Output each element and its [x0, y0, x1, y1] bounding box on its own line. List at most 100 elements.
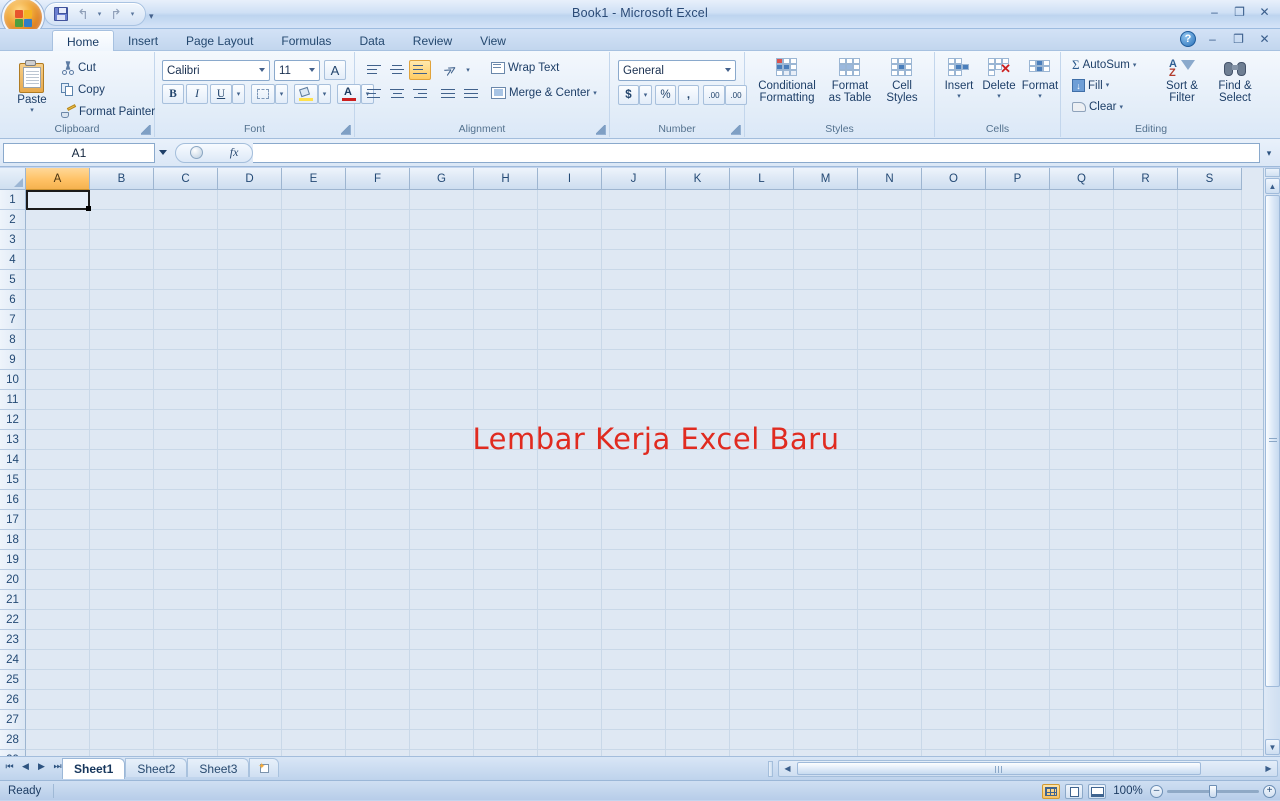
- column-header-A[interactable]: A: [26, 168, 90, 190]
- comma-style-button[interactable]: ,: [678, 85, 699, 105]
- conditional-formatting-button[interactable]: Conditional Formatting: [753, 58, 821, 104]
- row-header-18[interactable]: 18: [0, 530, 26, 550]
- font-name-combo[interactable]: Calibri: [162, 60, 270, 81]
- number-dialog-launcher[interactable]: [731, 125, 741, 135]
- horizontal-scroll-thumb[interactable]: [797, 762, 1201, 775]
- format-as-table-button[interactable]: Format as Table: [823, 58, 877, 104]
- tab-review[interactable]: Review: [399, 30, 466, 52]
- alignment-dialog-launcher[interactable]: [596, 125, 606, 135]
- row-header-11[interactable]: 11: [0, 390, 26, 410]
- orientation-button[interactable]: ≫: [437, 60, 463, 80]
- currency-button[interactable]: $: [618, 85, 639, 105]
- minimize-document-button[interactable]: –: [1203, 32, 1222, 46]
- paste-button[interactable]: Paste ▾: [4, 60, 60, 114]
- orientation-dropdown[interactable]: ▾: [462, 60, 474, 80]
- restore-document-button[interactable]: ❐: [1229, 32, 1248, 46]
- customize-qat-button[interactable]: ▾: [148, 8, 154, 22]
- font-size-combo[interactable]: 11: [274, 60, 320, 81]
- column-header-G[interactable]: G: [410, 168, 474, 190]
- tab-formulas[interactable]: Formulas: [267, 30, 345, 52]
- column-header-O[interactable]: O: [922, 168, 986, 190]
- tab-insert[interactable]: Insert: [114, 30, 172, 52]
- borders-dropdown[interactable]: ▾: [275, 84, 288, 104]
- italic-button[interactable]: I: [186, 84, 208, 104]
- save-button[interactable]: [51, 5, 71, 24]
- close-document-button[interactable]: ✕: [1255, 32, 1274, 46]
- wrap-text-button[interactable]: Wrap Text: [488, 61, 562, 75]
- row-header-10[interactable]: 10: [0, 370, 26, 390]
- fill-color-button[interactable]: [294, 84, 318, 104]
- row-header-26[interactable]: 26: [0, 690, 26, 710]
- align-bottom-button[interactable]: [409, 60, 431, 80]
- format-painter-button[interactable]: Format Painter: [58, 104, 158, 120]
- row-header-1[interactable]: 1: [0, 190, 26, 210]
- scroll-up-button[interactable]: ▲: [1265, 178, 1280, 194]
- grow-font-button[interactable]: A: [324, 60, 346, 80]
- row-header-23[interactable]: 23: [0, 630, 26, 650]
- tab-page-layout[interactable]: Page Layout: [172, 30, 267, 52]
- zoom-track[interactable]: [1167, 784, 1259, 798]
- increase-decimal-button[interactable]: .00: [703, 85, 725, 105]
- percent-style-button[interactable]: %: [655, 85, 676, 105]
- column-header-K[interactable]: K: [666, 168, 730, 190]
- tab-data[interactable]: Data: [345, 30, 398, 52]
- clear-button[interactable]: Clear ▾: [1069, 100, 1126, 114]
- underline-dropdown[interactable]: ▾: [232, 84, 245, 104]
- tab-split-handle[interactable]: [768, 761, 773, 777]
- clipboard-dialog-launcher[interactable]: [141, 125, 151, 135]
- scroll-right-button[interactable]: ▶: [1261, 762, 1276, 775]
- decrease-decimal-button[interactable]: .00: [725, 85, 747, 105]
- row-header-5[interactable]: 5: [0, 270, 26, 290]
- column-header-C[interactable]: C: [154, 168, 218, 190]
- column-header-P[interactable]: P: [986, 168, 1050, 190]
- currency-dropdown[interactable]: ▾: [639, 85, 652, 105]
- redo-dropdown[interactable]: ▾: [128, 11, 137, 18]
- increase-indent-button[interactable]: [460, 84, 482, 104]
- name-box[interactable]: A1: [3, 142, 155, 163]
- undo-dropdown[interactable]: ▾: [95, 11, 104, 18]
- row-header-17[interactable]: 17: [0, 510, 26, 530]
- zoom-out-button[interactable]: –: [1150, 784, 1163, 798]
- fill-color-dropdown[interactable]: ▾: [318, 84, 331, 104]
- cell-area[interactable]: Lembar Kerja Excel Baru: [26, 190, 1280, 756]
- row-header-14[interactable]: 14: [0, 450, 26, 470]
- decrease-indent-button[interactable]: [437, 84, 459, 104]
- row-header-7[interactable]: 7: [0, 310, 26, 330]
- selected-cell-a1[interactable]: [26, 190, 91, 211]
- scroll-left-button[interactable]: ◀: [780, 762, 795, 775]
- help-icon[interactable]: ?: [1180, 31, 1196, 47]
- underline-button[interactable]: U: [210, 84, 232, 104]
- normal-view-button[interactable]: [1042, 783, 1060, 799]
- tab-home[interactable]: Home: [52, 30, 115, 52]
- zoom-thumb[interactable]: [1209, 784, 1217, 798]
- insert-function-icon[interactable]: fx: [230, 145, 239, 160]
- cell-styles-button[interactable]: Cell Styles: [877, 58, 927, 104]
- zoom-slider[interactable]: – +: [1150, 784, 1276, 798]
- column-header-R[interactable]: R: [1114, 168, 1178, 190]
- align-middle-button[interactable]: [386, 60, 408, 80]
- align-center-button[interactable]: [386, 84, 408, 104]
- number-format-combo[interactable]: General: [618, 60, 736, 81]
- previous-sheet-button[interactable]: ◀: [20, 761, 31, 772]
- zoom-level[interactable]: 100%: [1111, 785, 1145, 797]
- vertical-scroll-thumb[interactable]: [1265, 195, 1280, 687]
- format-cells-button[interactable]: Format ▾: [1019, 58, 1061, 100]
- borders-button[interactable]: [251, 84, 275, 104]
- restore-window-button[interactable]: ❐: [1230, 5, 1249, 19]
- merge-center-button[interactable]: Merge & Center ▾: [488, 86, 600, 100]
- row-header-2[interactable]: 2: [0, 210, 26, 230]
- sheet-tab-sheet2[interactable]: Sheet2: [125, 758, 188, 777]
- column-header-I[interactable]: I: [538, 168, 602, 190]
- status-resize-grip[interactable]: [1260, 781, 1276, 801]
- first-sheet-button[interactable]: ⏮: [4, 761, 15, 772]
- cancel-icon[interactable]: [189, 146, 203, 159]
- align-right-button[interactable]: [409, 84, 431, 104]
- copy-button[interactable]: Copy: [58, 82, 108, 98]
- column-header-L[interactable]: L: [730, 168, 794, 190]
- undo-button[interactable]: ↰: [73, 5, 93, 24]
- column-header-N[interactable]: N: [858, 168, 922, 190]
- column-header-E[interactable]: E: [282, 168, 346, 190]
- row-header-21[interactable]: 21: [0, 590, 26, 610]
- column-header-S[interactable]: S: [1178, 168, 1242, 190]
- align-left-button[interactable]: [363, 84, 385, 104]
